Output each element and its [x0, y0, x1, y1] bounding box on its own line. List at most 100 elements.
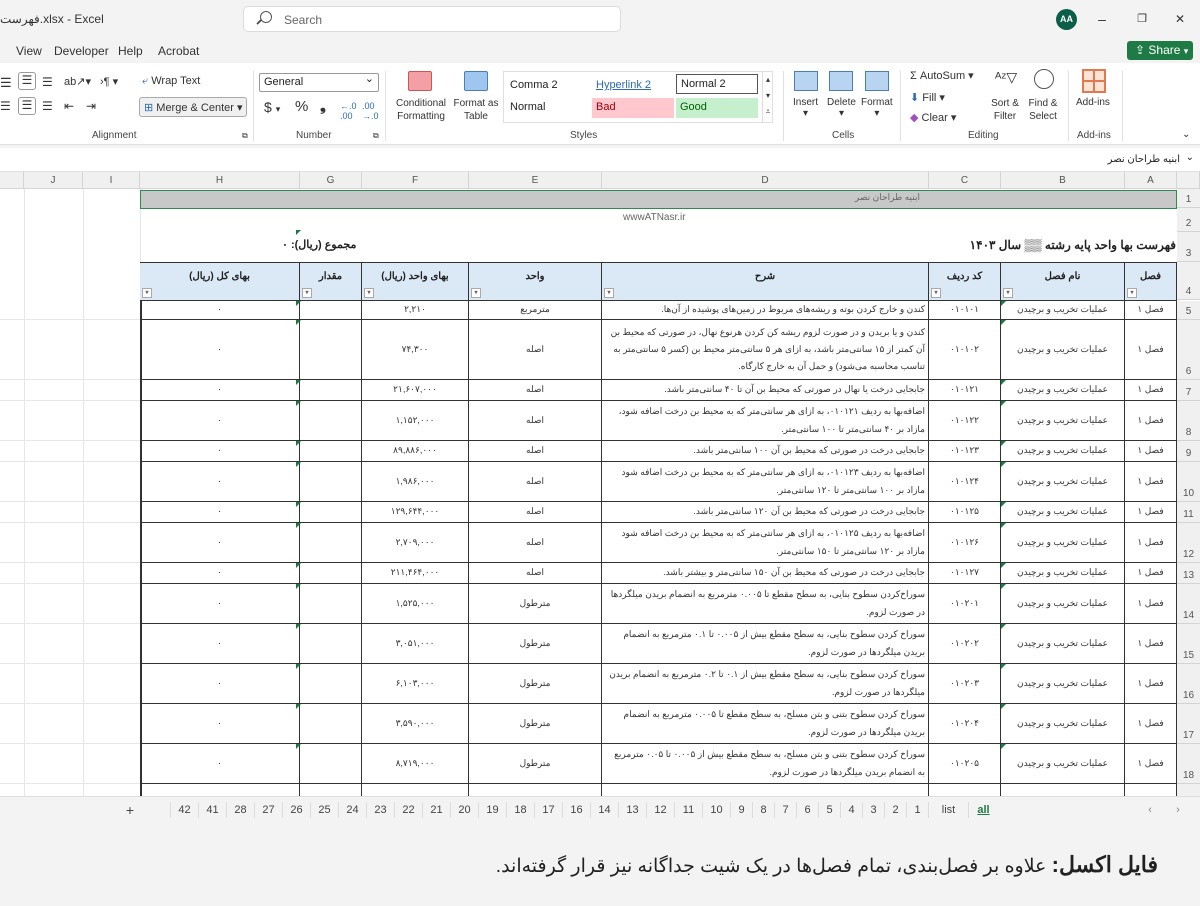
cell-fasl[interactable]: فصل ۱: [1125, 462, 1177, 502]
cell-partial[interactable]: [300, 784, 362, 796]
cell-unit[interactable]: اصله: [469, 462, 602, 502]
cell-desc[interactable]: اضافه‌بها به ردیف ۰۱۰۱۲۱، به ازای هر سان…: [602, 401, 929, 441]
select-all[interactable]: [1177, 172, 1200, 189]
cell-unit[interactable]: مترطول: [469, 584, 602, 624]
share-button[interactable]: ⇪ Share ▾: [1127, 41, 1193, 60]
sheet-tab-4[interactable]: 4: [840, 802, 862, 818]
style-comma-2[interactable]: Comma 2: [506, 76, 588, 96]
row-header[interactable]: 6: [1177, 320, 1200, 380]
rtl-icon[interactable]: ›¶ ▾: [100, 75, 118, 88]
cell-desc[interactable]: کندن و خارج کردن بوته و ریشه‌های مربوط د…: [602, 301, 929, 320]
cell-code[interactable]: ۰۱۰۱۲۷: [929, 563, 1001, 584]
cell-price[interactable]: ۳,۰۵۱,۰۰۰: [362, 624, 469, 664]
cell-partial[interactable]: [929, 784, 1001, 796]
cell-qty[interactable]: [300, 462, 362, 502]
cell-total[interactable]: ۰: [140, 380, 300, 401]
row-header[interactable]: 18: [1177, 744, 1200, 784]
add-ins-button[interactable]: Add-ins: [1076, 97, 1110, 108]
cell-name[interactable]: عملیات تخریب و برچیدن: [1001, 301, 1125, 320]
row-header[interactable]: 3: [1177, 232, 1200, 262]
column-header-i[interactable]: I: [83, 172, 140, 189]
cell-qty[interactable]: [300, 563, 362, 584]
cell-qty[interactable]: [300, 320, 362, 380]
cell-code[interactable]: ۰۱۰۱۲۱: [929, 380, 1001, 401]
cell-name[interactable]: عملیات تخریب و برچیدن: [1001, 380, 1125, 401]
sheet-tab-5[interactable]: 5: [818, 802, 840, 818]
align-left-icon[interactable]: ☰: [0, 99, 11, 113]
cell-total[interactable]: ۰: [140, 744, 300, 784]
number-format-select[interactable]: General: [259, 72, 379, 92]
cell-desc[interactable]: سوراخ‌کردن سطوح بنایی، به سطح مقطع تا ۰.…: [602, 584, 929, 624]
cell-code[interactable]: ۰۱۰۱۲۶: [929, 523, 1001, 563]
cell-price[interactable]: ۲,۲۱۰: [362, 301, 469, 320]
column-header-d[interactable]: D: [602, 172, 929, 189]
cell-qty[interactable]: [300, 624, 362, 664]
row-header[interactable]: 16: [1177, 664, 1200, 704]
clear-button[interactable]: ◆ Clear ▾: [910, 111, 956, 124]
row-header[interactable]: 1: [1177, 189, 1200, 208]
sort-filter-button[interactable]: Sort & Filter: [988, 97, 1022, 123]
cell-code[interactable]: ۰۱۰۱۰۲: [929, 320, 1001, 380]
cell-total[interactable]: ۰: [140, 584, 300, 624]
cell-code[interactable]: ۰۱۰۱۲۲: [929, 401, 1001, 441]
row-header[interactable]: 4: [1177, 262, 1200, 300]
cell-price[interactable]: ۲,۷۰۹,۰۰۰: [362, 523, 469, 563]
cell-code[interactable]: ۰۱۰۱۲۵: [929, 502, 1001, 523]
cell-price[interactable]: ۱,۵۲۵,۰۰۰: [362, 584, 469, 624]
sheet-tab-1[interactable]: 1: [906, 802, 928, 818]
align-top-icon[interactable]: ☰: [0, 75, 16, 91]
cell-unit[interactable]: اصله: [469, 441, 602, 462]
cell-qty[interactable]: [300, 744, 362, 784]
cell-partial[interactable]: [1125, 784, 1177, 796]
cell-desc[interactable]: اضافه‌بها به ردیف ۰۱۰۱۲۵، به ازای هر سان…: [602, 523, 929, 563]
sheet-tab-26[interactable]: 26: [282, 802, 310, 818]
sheet-tab-25[interactable]: 25: [310, 802, 338, 818]
sheet-tab-13[interactable]: 13: [618, 802, 646, 818]
row-header[interactable]: 12: [1177, 523, 1200, 563]
cell-unit[interactable]: مترطول: [469, 624, 602, 664]
cell-price[interactable]: ۷۴,۳۰۰: [362, 320, 469, 380]
cell-code[interactable]: ۰۱۰۱۰۱: [929, 301, 1001, 320]
cell-price[interactable]: ۶,۱۰۳,۰۰۰: [362, 664, 469, 704]
sheet-tab-19[interactable]: 19: [478, 802, 506, 818]
filter-dropdown-icon[interactable]: ▾: [604, 288, 614, 298]
gallery-scroll[interactable]: ▴ ▾ ⩡: [762, 72, 773, 122]
sheet-tab-10[interactable]: 10: [702, 802, 730, 818]
avatar[interactable]: AA: [1056, 9, 1077, 30]
row-header[interactable]: 10: [1177, 462, 1200, 502]
cell-total[interactable]: ۰: [140, 301, 300, 320]
sheet-tab-21[interactable]: 21: [422, 802, 450, 818]
row-header[interactable]: 7: [1177, 380, 1200, 401]
filter-dropdown-icon[interactable]: ▾: [142, 288, 152, 298]
cell-code[interactable]: ۰۱۰۲۰۲: [929, 624, 1001, 664]
cell-desc[interactable]: جابجایی درخت یا نهال در صورتی که محیط بن…: [602, 380, 929, 401]
cell-desc[interactable]: سوراخ کردن سطوح بنایی، به سطح مقطع بیش ا…: [602, 664, 929, 704]
tab-scroll-next-button[interactable]: ›: [1168, 802, 1188, 818]
filter-dropdown-icon[interactable]: ▾: [931, 288, 941, 298]
cell-qty[interactable]: [300, 502, 362, 523]
format-button[interactable]: Format ▾: [861, 97, 893, 119]
align-center-icon[interactable]: ☰: [18, 97, 36, 115]
format-as-table-button[interactable]: Format as Table: [452, 97, 500, 123]
sheet-tab-23[interactable]: 23: [366, 802, 394, 818]
cell-qty[interactable]: [300, 584, 362, 624]
alignment-launcher-icon[interactable]: ⧉: [242, 131, 248, 141]
tab-help[interactable]: Help: [118, 44, 143, 58]
sheet-tab-18[interactable]: 18: [506, 802, 534, 818]
sheet-tab-27[interactable]: 27: [254, 802, 282, 818]
align-right-icon[interactable]: ☰: [42, 99, 53, 113]
sheet-tab-3[interactable]: 3: [862, 802, 884, 818]
tab-view[interactable]: View: [16, 44, 42, 58]
tab-developer[interactable]: Developer: [54, 44, 109, 58]
worksheet[interactable]: A B C D E F G H I J 1 2 3 4 ابنیه طراحان نصر wwwATNasr.…: [0, 172, 1200, 796]
cell-qty[interactable]: [300, 441, 362, 462]
cell-code[interactable]: ۰۱۰۲۰۴: [929, 704, 1001, 744]
cell-price[interactable]: ۸۹,۸۸۶,۰۰۰: [362, 441, 469, 462]
cell-name[interactable]: عملیات تخریب و برچیدن: [1001, 744, 1125, 784]
row-header[interactable]: 9: [1177, 441, 1200, 462]
cell-qty[interactable]: [300, 380, 362, 401]
sheet-tab-28[interactable]: 28: [226, 802, 254, 818]
align-middle-icon[interactable]: ☰: [18, 72, 36, 90]
tab-scroll-prev-button[interactable]: ‹: [1140, 802, 1160, 818]
cell-qty[interactable]: [300, 523, 362, 563]
